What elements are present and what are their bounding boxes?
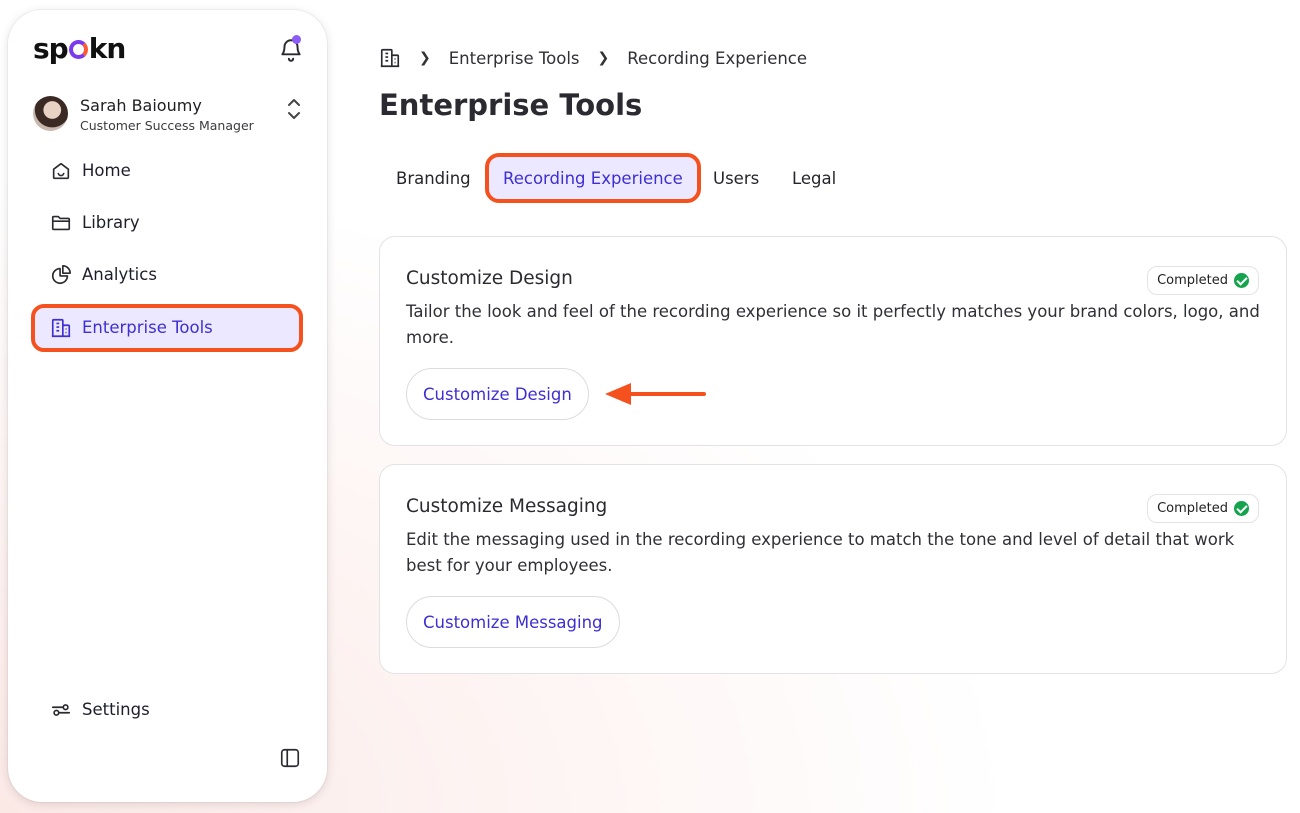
check-circle-icon [1234, 501, 1249, 516]
card-description: Tailor the look and feel of the recordin… [406, 302, 1260, 347]
sidebar-item-enterprise-tools[interactable]: Enterprise Tools [31, 304, 303, 352]
sidebar-item-analytics[interactable]: Analytics [35, 255, 299, 295]
breadcrumb-recording-experience: Recording Experience [627, 48, 808, 68]
status-badge: Completed [1147, 494, 1259, 523]
customize-design-card: Customize Design Completed Tailor the lo… [379, 236, 1287, 446]
pie-chart-icon [51, 265, 71, 285]
notification-dot [292, 35, 301, 44]
status-text: Completed [1157, 501, 1228, 516]
card-title: Customize Messaging [406, 496, 608, 517]
check-circle-icon [1234, 273, 1249, 288]
customize-messaging-card: Customize Messaging Completed Edit the m… [379, 464, 1287, 674]
chevron-up-down-icon [288, 99, 300, 119]
sidebar-item-label: Settings [82, 700, 150, 719]
building-icon[interactable] [379, 47, 401, 69]
chevron-right-icon: ❯ [597, 50, 610, 66]
annotation-arrow-icon [605, 383, 706, 405]
tab-users[interactable]: Users [713, 157, 759, 199]
sidebar: sp kn Sarah Baioumy Customer Success Mana… [8, 10, 327, 802]
home-icon [52, 162, 70, 180]
settings-sliders-icon [51, 704, 71, 716]
sidebar-item-library[interactable]: Library [35, 203, 299, 243]
chevron-right-icon: ❯ [419, 50, 431, 66]
sidebar-item-label: Home [82, 161, 131, 180]
logo-text-start: sp [33, 32, 69, 65]
tab-legal[interactable]: Legal [792, 157, 836, 199]
tab-recording-experience[interactable]: Recording Experience [485, 153, 701, 203]
user-name: Sarah Baioumy [80, 96, 202, 115]
status-badge: Completed [1147, 266, 1259, 295]
logo-text-end: kn [88, 32, 127, 65]
sidebar-item-home[interactable]: Home [35, 151, 299, 191]
folder-icon [51, 215, 71, 231]
card-description: Edit the messaging used in the recording… [406, 530, 1235, 575]
user-role: Customer Success Manager [80, 118, 254, 133]
user-switcher[interactable]: Sarah Baioumy Customer Success Manager [33, 96, 303, 146]
sidebar-item-label: Analytics [82, 265, 157, 284]
page-title: Enterprise Tools [379, 88, 643, 122]
sidebar-item-settings[interactable]: Settings [35, 690, 299, 730]
status-text: Completed [1157, 273, 1228, 288]
tab-branding[interactable]: Branding [396, 157, 471, 199]
card-title: Customize Design [406, 268, 573, 289]
customize-design-button[interactable]: Customize Design [406, 368, 589, 420]
avatar [33, 96, 68, 131]
breadcrumb-enterprise-tools[interactable]: Enterprise Tools [449, 49, 580, 68]
sidebar-item-label: Enterprise Tools [82, 318, 213, 337]
breadcrumb: ❯ Enterprise Tools ❯ Recording Experienc… [379, 46, 807, 70]
sidebar-item-label: Library [82, 213, 140, 232]
logo-o-mark [68, 40, 88, 59]
building-icon [51, 318, 71, 338]
customize-messaging-button[interactable]: Customize Messaging [406, 596, 620, 648]
spokn-logo[interactable]: sp kn [33, 32, 127, 65]
sidebar-collapse-icon[interactable] [279, 747, 301, 769]
